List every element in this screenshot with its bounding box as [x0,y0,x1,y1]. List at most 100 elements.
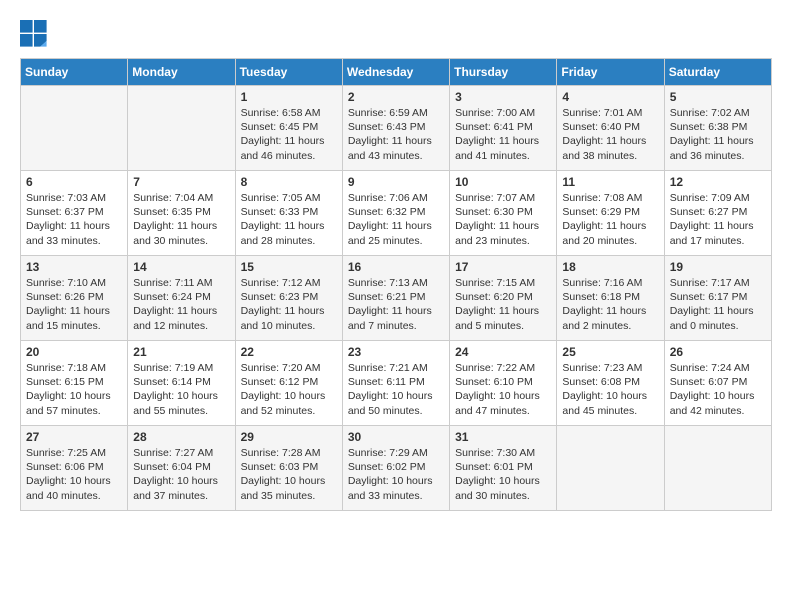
cell-content: Daylight: 11 hours and 30 minutes. [133,219,229,247]
cell-content: Daylight: 10 hours and 50 minutes. [348,389,444,417]
calendar-cell: 10Sunrise: 7:07 AMSunset: 6:30 PMDayligh… [450,171,557,256]
day-number: 2 [348,90,444,104]
calendar-cell: 7Sunrise: 7:04 AMSunset: 6:35 PMDaylight… [128,171,235,256]
cell-content: Sunset: 6:30 PM [455,205,551,219]
day-number: 15 [241,260,337,274]
cell-content: Sunrise: 7:18 AM [26,361,122,375]
day-number: 14 [133,260,229,274]
cell-content: Sunrise: 7:01 AM [562,106,658,120]
day-number: 16 [348,260,444,274]
cell-content: Daylight: 11 hours and 7 minutes. [348,304,444,332]
calendar-cell: 24 Sunrise: 7:22 AMSunset: 6:10 PMDayligh… [450,341,557,426]
cell-content: Sunset: 6:27 PM [670,205,766,219]
cell-content: Sunrise: 7:13 AM [348,276,444,290]
cell-content: Sunrise: 7:03 AM [26,191,122,205]
cell-content: Sunset: 6:08 PM [562,375,658,389]
day-number: 8 [241,175,337,189]
week-row-3: 13Sunrise: 7:10 AMSunset: 6:26 PMDayligh… [21,256,772,341]
cell-content: Sunrise: 7:00 AM [455,106,551,120]
cell-content: Sunrise: 7:21 AM [348,361,444,375]
day-number: 3 [455,90,551,104]
calendar-cell: 1Sunrise: 6:58 AMSunset: 6:45 PMDaylight… [235,86,342,171]
day-number: 12 [670,175,766,189]
cell-content: Daylight: 11 hours and 41 minutes. [455,134,551,162]
calendar-cell: 29Sunrise: 7:28 AMSunset: 6:03 PMDayligh… [235,426,342,511]
cell-content: Sunrise: 7:15 AM [455,276,551,290]
calendar-cell [21,86,128,171]
cell-content: Sunset: 6:07 PM [670,375,766,389]
day-number: 27 [26,430,122,444]
calendar-cell: 18 Sunrise: 7:16 AMSunset: 6:18 PMDayligh… [557,256,664,341]
day-number: 10 [455,175,551,189]
calendar-cell: 16Sunrise: 7:13 AMSunset: 6:21 PMDayligh… [342,256,449,341]
cell-content: Sunrise: 7:06 AM [348,191,444,205]
cell-content: Daylight: 10 hours and 47 minutes. [455,389,551,417]
cell-content: Sunrise: 7:16 AM [562,276,658,290]
cell-content: Daylight: 10 hours and 35 minutes. [241,474,337,502]
day-number: 22 [241,345,337,359]
calendar-cell: 9Sunrise: 7:06 AMSunset: 6:32 PMDaylight… [342,171,449,256]
cell-content: Daylight: 11 hours and 33 minutes. [26,219,122,247]
cell-content: Daylight: 10 hours and 40 minutes. [26,474,122,502]
cell-content: Daylight: 11 hours and 25 minutes. [348,219,444,247]
cell-content: Sunset: 6:38 PM [670,120,766,134]
cell-content: Sunrise: 7:28 AM [241,446,337,460]
cell-content: Sunrise: 7:12 AM [241,276,337,290]
calendar-cell [557,426,664,511]
day-number: 18 [562,260,658,274]
cell-content: Daylight: 11 hours and 2 minutes. [562,304,658,332]
calendar-cell: 30Sunrise: 7:29 AMSunset: 6:02 PMDayligh… [342,426,449,511]
cell-content: Sunset: 6:11 PM [348,375,444,389]
cell-content: Sunset: 6:43 PM [348,120,444,134]
day-number: 31 [455,430,551,444]
cell-content: Sunrise: 7:24 AM [670,361,766,375]
week-row-1: 1Sunrise: 6:58 AMSunset: 6:45 PMDaylight… [21,86,772,171]
cell-content: Daylight: 10 hours and 37 minutes. [133,474,229,502]
calendar-cell: 2Sunrise: 6:59 AMSunset: 6:43 PMDaylight… [342,86,449,171]
cell-content: Daylight: 11 hours and 5 minutes. [455,304,551,332]
cell-content: Sunset: 6:23 PM [241,290,337,304]
day-number: 24 [455,345,551,359]
week-row-2: 6Sunrise: 7:03 AMSunset: 6:37 PMDaylight… [21,171,772,256]
cell-content: Daylight: 11 hours and 38 minutes. [562,134,658,162]
cell-content: Sunrise: 7:20 AM [241,361,337,375]
cell-content: Sunset: 6:29 PM [562,205,658,219]
cell-content: Sunset: 6:12 PM [241,375,337,389]
cell-content: Daylight: 11 hours and 36 minutes. [670,134,766,162]
cell-content: Sunrise: 7:05 AM [241,191,337,205]
cell-content: Sunrise: 7:08 AM [562,191,658,205]
cell-content: Sunrise: 7:10 AM [26,276,122,290]
cell-content: Sunset: 6:17 PM [670,290,766,304]
cell-content: Sunset: 6:02 PM [348,460,444,474]
day-number: 4 [562,90,658,104]
cell-content: Daylight: 11 hours and 12 minutes. [133,304,229,332]
cell-content: Sunrise: 7:29 AM [348,446,444,460]
cell-content: Sunset: 6:06 PM [26,460,122,474]
day-number: 5 [670,90,766,104]
cell-content: Daylight: 10 hours and 42 minutes. [670,389,766,417]
cell-content: Daylight: 11 hours and 28 minutes. [241,219,337,247]
cell-content: Sunset: 6:24 PM [133,290,229,304]
calendar-cell [128,86,235,171]
logo-icon [20,20,48,48]
calendar-cell: 31Sunrise: 7:30 AMSunset: 6:01 PMDayligh… [450,426,557,511]
day-number: 7 [133,175,229,189]
cell-content: Sunrise: 7:19 AM [133,361,229,375]
cell-content: Sunset: 6:40 PM [562,120,658,134]
day-number: 28 [133,430,229,444]
day-number: 19 [670,260,766,274]
day-header-sunday: Sunday [21,59,128,86]
cell-content: Sunrise: 7:22 AM [455,361,551,375]
calendar-cell: 17Sunrise: 7:15 AMSunset: 6:20 PMDayligh… [450,256,557,341]
cell-content: Sunset: 6:18 PM [562,290,658,304]
cell-content: Sunset: 6:41 PM [455,120,551,134]
calendar-cell: 8Sunrise: 7:05 AMSunset: 6:33 PMDaylight… [235,171,342,256]
cell-content: Sunset: 6:10 PM [455,375,551,389]
cell-content: Sunrise: 7:25 AM [26,446,122,460]
cell-content: Sunset: 6:35 PM [133,205,229,219]
logo [20,20,52,48]
day-number: 26 [670,345,766,359]
day-header-wednesday: Wednesday [342,59,449,86]
cell-content: Sunrise: 7:30 AM [455,446,551,460]
calendar-cell: 23Sunrise: 7:21 AMSunset: 6:11 PMDayligh… [342,341,449,426]
